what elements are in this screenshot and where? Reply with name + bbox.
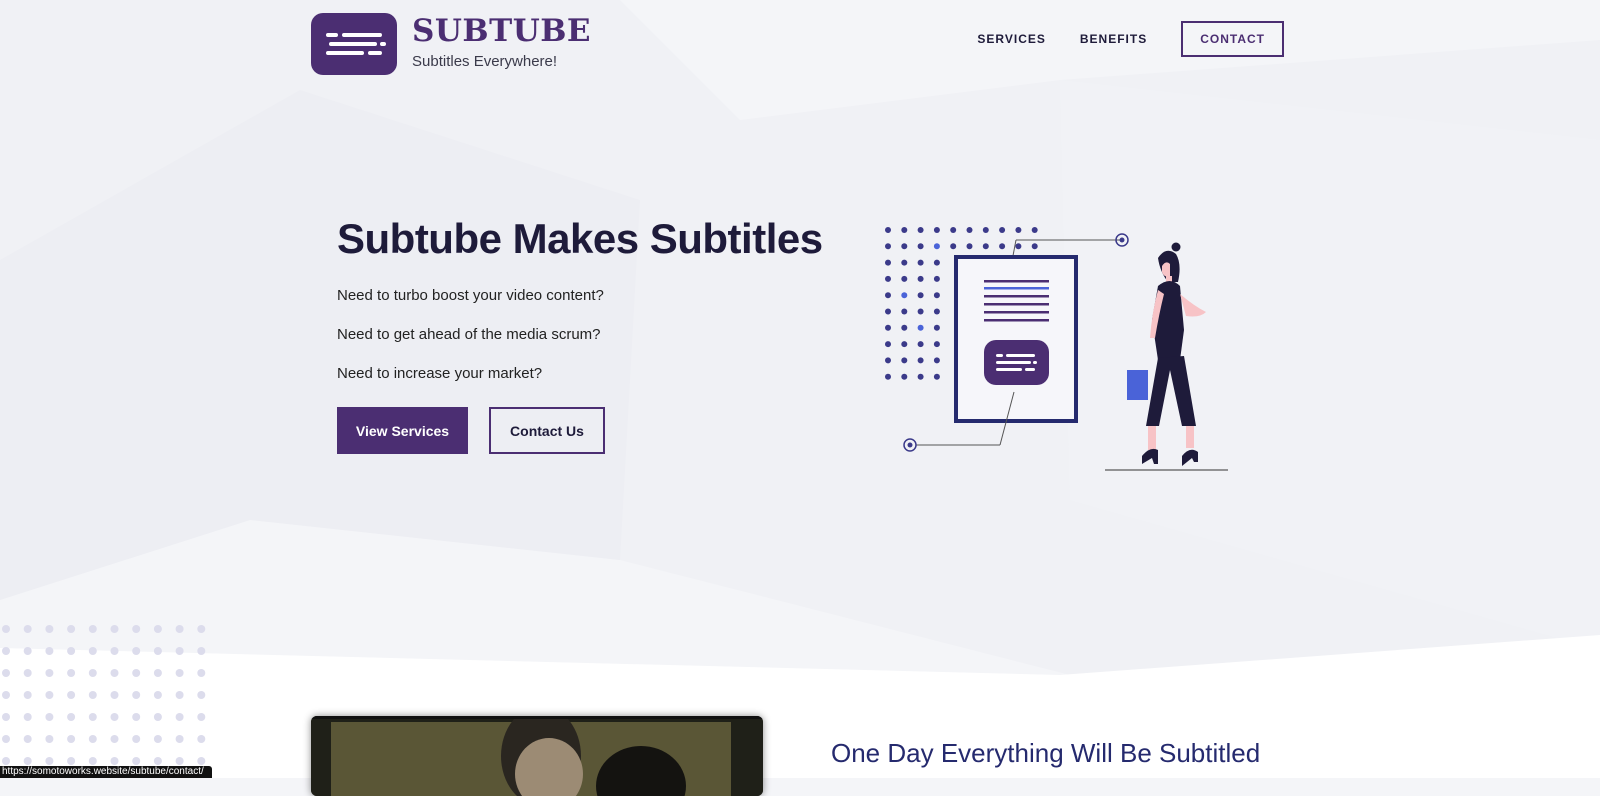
nav-services-link[interactable]: SERVICES [977, 32, 1045, 46]
contact-us-button[interactable]: Contact Us [489, 407, 605, 454]
view-services-button[interactable]: View Services [337, 407, 468, 454]
main-nav: SERVICES BENEFITS CONTACT [977, 21, 1284, 57]
hero-title: Subtube Makes Subtitles [337, 215, 823, 262]
brand-name[interactable]: SUBTUBE [412, 13, 591, 49]
hero-illustration [880, 220, 1230, 485]
video-thumbnail[interactable] [311, 716, 763, 796]
hero-line: Need to get ahead of the media scrum? [337, 326, 601, 343]
nav-contact-button[interactable]: CONTACT [1181, 21, 1284, 57]
browser-status-url: https://somotoworks.website/subtube/cont… [0, 766, 212, 778]
nav-benefits-link[interactable]: BENEFITS [1080, 32, 1147, 46]
white-section-band [0, 630, 1600, 778]
decorative-dot-grid [2, 625, 206, 765]
logo-subtitle-icon[interactable] [311, 13, 397, 75]
document-illustration [954, 255, 1078, 423]
hero-line: Need to increase your market? [337, 365, 543, 382]
brand-tagline: Subtitles Everywhere! [412, 53, 558, 70]
section-title: One Day Everything Will Be Subtitled [831, 738, 1261, 768]
hero-buttons: View Services Contact Us [337, 407, 857, 454]
woman-illustration [1105, 242, 1228, 471]
hero-line: Need to turbo boost your video content? [337, 287, 604, 304]
hero-section: Subtube Makes Subtitles Need to turbo bo… [337, 215, 857, 454]
site-header: SUBTUBE Subtitles Everywhere! SERVICES B… [311, 13, 1284, 77]
